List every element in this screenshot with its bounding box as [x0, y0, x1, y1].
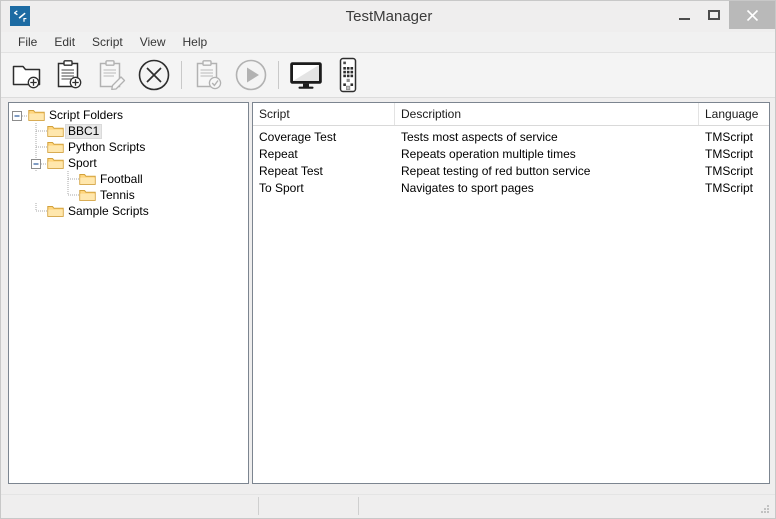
tree-line-icon	[28, 123, 47, 139]
table-row[interactable]: Coverage Test Tests most aspects of serv…	[253, 128, 769, 145]
table-row[interactable]: Repeat Test Repeat testing of red button…	[253, 162, 769, 179]
minimize-button[interactable]	[669, 1, 699, 29]
cell-script: Repeat Test	[259, 163, 323, 178]
menu-item-file[interactable]: File	[10, 33, 46, 51]
maximize-icon	[708, 10, 720, 20]
validate-script-button[interactable]	[188, 55, 230, 96]
menu-item-edit[interactable]: Edit	[46, 33, 84, 51]
cell-language: TMScript	[705, 129, 753, 144]
toolbar	[1, 53, 775, 98]
tree-node-tennis[interactable]: Tennis	[9, 187, 248, 203]
toolbar-separator-1	[181, 61, 182, 89]
delete-button[interactable]	[133, 55, 175, 96]
resize-grip-icon[interactable]	[759, 503, 770, 514]
remote-control-icon	[339, 57, 357, 93]
cell-language: TMScript	[705, 163, 753, 178]
tree-node-label: Football	[100, 171, 143, 186]
window-controls	[669, 1, 775, 29]
folder-icon	[47, 155, 65, 171]
menu-bar: File Edit Script View Help	[1, 32, 775, 53]
television-icon	[290, 62, 322, 89]
scripts-list-pane[interactable]: Script Description Language Coverage Tes…	[252, 102, 770, 484]
tree-node-label: Sample Scripts	[68, 203, 149, 218]
scripts-list-header: Script Description Language	[253, 103, 769, 126]
status-panel-2	[259, 497, 359, 515]
cell-description: Navigates to sport pages	[401, 180, 534, 195]
tree-node-label: Sport	[68, 155, 97, 170]
minimize-icon	[678, 17, 690, 20]
tree-node-sport[interactable]: Sport	[9, 155, 248, 171]
folder-icon	[79, 187, 97, 203]
delete-icon	[138, 59, 170, 91]
television-button[interactable]	[285, 55, 327, 96]
new-folder-button[interactable]	[7, 55, 49, 96]
new-script-button[interactable]	[49, 55, 91, 96]
column-header-description[interactable]: Description	[395, 103, 699, 125]
tree-node-script-folders[interactable]: Script Folders	[9, 107, 248, 123]
cell-script: To Sport	[259, 180, 304, 195]
expander-minus-icon[interactable]	[9, 107, 28, 123]
cell-description: Repeat testing of red button service	[401, 163, 591, 178]
cell-language: TMScript	[705, 146, 753, 161]
cell-description: Tests most aspects of service	[401, 129, 558, 144]
expander-minus-icon[interactable]	[28, 155, 47, 171]
toolbar-separator-2	[278, 61, 279, 89]
status-bar	[1, 494, 775, 518]
cell-script: Repeat	[259, 146, 298, 161]
tree-node-python-scripts[interactable]: Python Scripts	[9, 139, 248, 155]
tree-node-football[interactable]: Football	[9, 171, 248, 187]
menu-item-script[interactable]: Script	[84, 33, 132, 51]
app-icon	[10, 6, 30, 26]
tree-node-label: Tennis	[100, 187, 135, 202]
tree-node-label: Python Scripts	[68, 139, 146, 154]
window-title: TestManager	[345, 8, 433, 25]
run-script-icon	[235, 59, 267, 91]
tree-line-icon	[60, 171, 79, 187]
main-content: Script Folders BBC1 Python Scripts Sport…	[1, 98, 775, 494]
script-folders-tree: Script Folders BBC1 Python Scripts Sport…	[9, 103, 248, 219]
column-header-language[interactable]: Language	[699, 103, 769, 125]
tree-line-icon	[28, 203, 47, 219]
folder-icon	[47, 203, 65, 219]
table-row[interactable]: Repeat Repeats operation multiple times …	[253, 145, 769, 162]
cell-script: Coverage Test	[259, 129, 337, 144]
new-script-icon	[57, 60, 82, 89]
run-script-button[interactable]	[230, 55, 272, 96]
tree-node-label: BBC1	[65, 123, 103, 139]
tree-node-label: Script Folders	[49, 107, 124, 122]
close-icon	[746, 9, 758, 21]
cell-language: TMScript	[705, 180, 753, 195]
title-bar: TestManager	[1, 1, 775, 32]
tree-node-bbc1[interactable]: BBC1	[9, 123, 248, 139]
cell-description: Repeats operation multiple times	[401, 146, 576, 161]
folder-icon	[47, 123, 65, 139]
script-folders-tree-pane[interactable]: Script Folders BBC1 Python Scripts Sport…	[8, 102, 249, 484]
status-panel-3	[359, 497, 772, 515]
edit-script-icon	[99, 60, 126, 91]
tree-line-icon	[28, 139, 47, 155]
tree-node-sample-scripts[interactable]: Sample Scripts	[9, 203, 248, 219]
menu-item-help[interactable]: Help	[175, 33, 217, 51]
table-row[interactable]: To Sport Navigates to sport pages TMScri…	[253, 179, 769, 196]
folder-icon	[79, 171, 97, 187]
new-folder-icon	[12, 65, 41, 89]
status-panel-1	[8, 497, 259, 515]
maximize-button[interactable]	[699, 1, 729, 29]
folder-icon	[47, 139, 65, 155]
folder-icon	[28, 107, 46, 123]
remote-control-button[interactable]	[327, 55, 369, 96]
edit-script-button[interactable]	[91, 55, 133, 96]
scripts-list-body: Coverage Test Tests most aspects of serv…	[253, 126, 769, 196]
tree-line-icon	[60, 187, 79, 203]
validate-script-icon	[196, 60, 222, 90]
column-header-script[interactable]: Script	[253, 103, 395, 125]
application-window: TestManager File Edit Script View Help S…	[0, 0, 776, 519]
close-button[interactable]	[729, 1, 775, 29]
menu-item-view[interactable]: View	[132, 33, 175, 51]
